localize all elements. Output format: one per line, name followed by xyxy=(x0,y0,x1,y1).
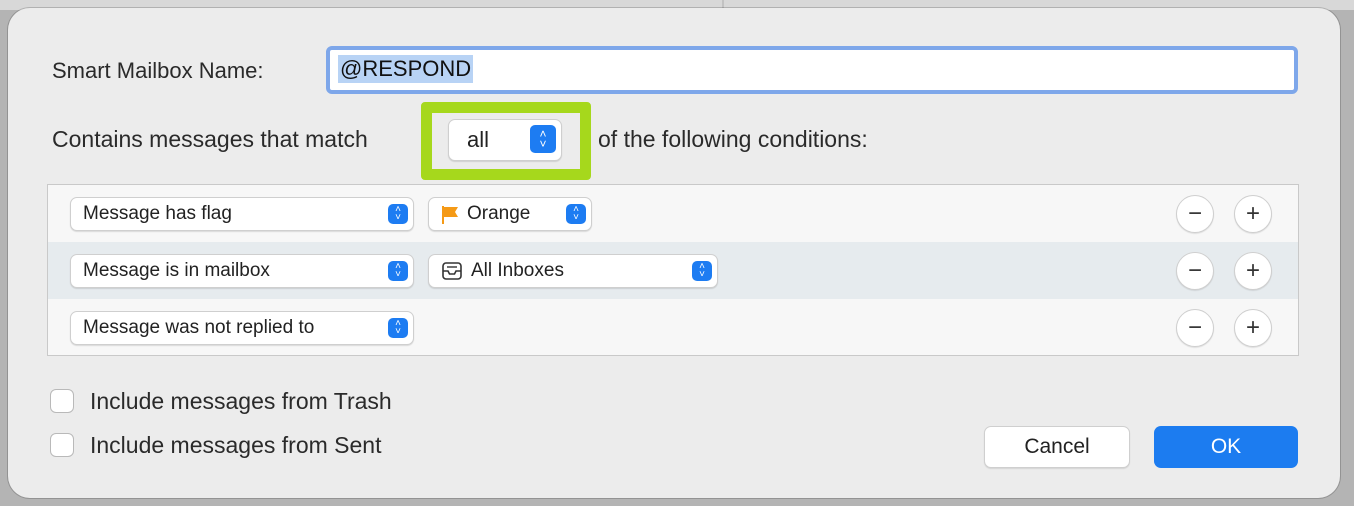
condition-row: Message has flag ˄ ˅ Orange ˄ ˅ − + xyxy=(48,185,1298,242)
condition-field-popup[interactable]: Message was not replied to ˄ ˅ xyxy=(70,311,414,345)
cancel-button[interactable]: Cancel xyxy=(984,426,1130,468)
ok-button[interactable]: OK xyxy=(1154,426,1298,468)
condition-field-label: Message has flag xyxy=(83,203,232,224)
match-suffix-text: of the following conditions: xyxy=(598,126,868,152)
chevron-up-down-icon: ˄ ˅ xyxy=(566,204,586,224)
condition-field-popup[interactable]: Message has flag ˄ ˅ xyxy=(70,197,414,231)
add-condition-button[interactable]: + xyxy=(1234,309,1272,347)
condition-row: Message was not replied to ˄ ˅ − + xyxy=(48,299,1298,356)
condition-row: Message is in mailbox ˄ ˅ All Inboxes ˄ ˅ … xyxy=(48,242,1298,299)
match-all-value: all xyxy=(467,127,490,152)
remove-condition-button[interactable]: − xyxy=(1176,252,1214,290)
add-condition-button[interactable]: + xyxy=(1234,195,1272,233)
condition-field-popup[interactable]: Message is in mailbox ˄ ˅ xyxy=(70,254,414,288)
chevron-up-down-icon: ˄ ˅ xyxy=(388,204,408,224)
mailbox-name-input[interactable] xyxy=(326,46,1298,94)
chevron-up-down-icon: ˄ ˅ xyxy=(388,261,408,281)
mailbox-name-label: Smart Mailbox Name: xyxy=(52,58,264,83)
include-trash-label: Include messages from Trash xyxy=(90,388,392,414)
match-all-popup[interactable]: all ˄ ˅ xyxy=(448,119,562,161)
include-trash-checkbox[interactable] xyxy=(50,389,74,413)
condition-value-label: All Inboxes xyxy=(471,260,564,281)
match-prefix-text: Contains messages that match xyxy=(52,126,368,152)
add-condition-button[interactable]: + xyxy=(1234,252,1272,290)
include-sent-label: Include messages from Sent xyxy=(90,432,382,458)
conditions-list: Message has flag ˄ ˅ Orange ˄ ˅ − + Messag… xyxy=(47,184,1299,356)
condition-value-popup[interactable]: Orange ˄ ˅ xyxy=(428,197,592,231)
flag-icon xyxy=(441,205,459,224)
condition-field-label: Message was not replied to xyxy=(83,317,315,338)
chevron-up-down-icon: ˄ ˅ xyxy=(530,125,556,153)
chevron-up-down-icon: ˄ ˅ xyxy=(388,318,408,338)
chevron-up-down-icon: ˄ ˅ xyxy=(692,261,712,281)
remove-condition-button[interactable]: − xyxy=(1176,195,1214,233)
condition-value-label: Orange xyxy=(467,203,531,224)
include-sent-checkbox[interactable] xyxy=(50,433,74,457)
condition-field-label: Message is in mailbox xyxy=(83,260,270,281)
condition-value-popup[interactable]: All Inboxes ˄ ˅ xyxy=(428,254,718,288)
remove-condition-button[interactable]: − xyxy=(1176,309,1214,347)
inbox-icon xyxy=(441,261,463,281)
